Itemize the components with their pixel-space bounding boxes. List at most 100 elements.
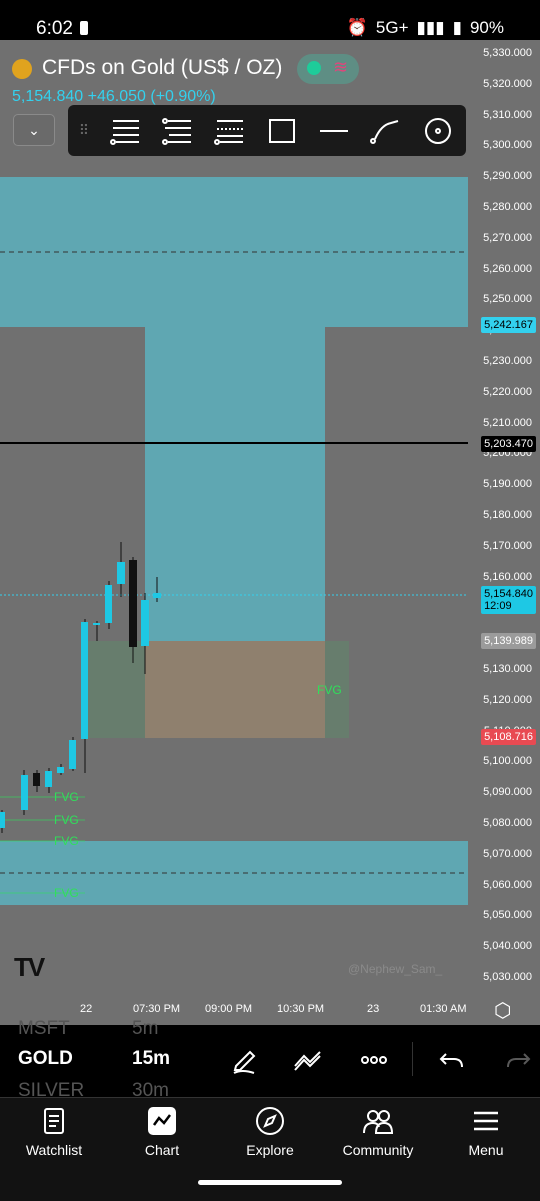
- home-indicator[interactable]: [198, 1180, 342, 1185]
- current-price-label: 5,154.840 12:09: [481, 586, 536, 614]
- signal-icon: ▮▮▮: [416, 18, 445, 37]
- candle: [57, 767, 64, 773]
- trend-based-fib-icon[interactable]: [204, 105, 256, 156]
- price-tick: 5,280.000: [483, 201, 532, 213]
- fvg-label: FVG: [317, 683, 342, 697]
- gold-icon: [12, 59, 32, 79]
- time-label: 10:30 PM: [277, 1003, 325, 1015]
- price-tick: 5,090.000: [483, 786, 532, 799]
- price-tick: 5,120.000: [483, 693, 532, 706]
- redo-icon[interactable]: [500, 1045, 536, 1075]
- price-tick: 5,210.000: [483, 416, 532, 429]
- stop-price-label: 5,108.716: [481, 729, 536, 745]
- circle-icon[interactable]: [412, 105, 464, 156]
- chevron-down-icon: ⌄: [28, 122, 40, 138]
- path-icon[interactable]: [360, 105, 412, 156]
- price-change-pct: (+0.90%): [150, 88, 216, 105]
- price-tick: 5,030.000: [483, 971, 532, 983]
- price-tick: 5,220.000: [483, 385, 532, 398]
- candle: [0, 812, 5, 828]
- prev-interval[interactable]: 5m: [132, 1018, 158, 1040]
- candle: [129, 560, 137, 647]
- community-icon: [363, 1110, 394, 1134]
- nav-label: Explore: [246, 1142, 294, 1158]
- wave-icon: ≋: [333, 57, 349, 77]
- price-tick: 5,190.000: [483, 478, 532, 491]
- price-tick: 5,180.000: [483, 509, 532, 521]
- price-tick: 5,100.000: [483, 755, 532, 768]
- drag-handle-icon[interactable]: ⠿: [68, 122, 100, 139]
- current-interval[interactable]: 15m: [132, 1048, 170, 1070]
- price-tick: 5,250.000: [483, 293, 532, 306]
- nav-label: Menu: [468, 1142, 504, 1158]
- tradingview-logo: TV: [14, 952, 45, 982]
- time-label: 23: [367, 1003, 380, 1015]
- price-axis[interactable]: 5,330.000 5,320.000 5,310.000 5,300.000 5,29…: [468, 40, 540, 1025]
- collapse-button[interactable]: ⌄: [13, 114, 55, 146]
- status-right: ⏰ 5G+ ▮▮▮ ▮ 90%: [347, 18, 504, 38]
- candle: [69, 740, 76, 769]
- fib-extension-icon[interactable]: [152, 105, 204, 156]
- chart-canvas[interactable]: FVG FVG FVG FVG FVG: [0, 40, 540, 1025]
- target-price-label: 5,242.167: [481, 317, 536, 333]
- entry-price-label: 5,139.989: [481, 633, 536, 649]
- price-tick: 5,160.000: [483, 570, 532, 583]
- price-tick: 5,050.000: [483, 909, 532, 922]
- battery-level: 90%: [469, 18, 504, 37]
- settings-hexagon-icon[interactable]: ⬡: [494, 998, 511, 1023]
- nav-explore[interactable]: Explore: [216, 1098, 324, 1201]
- candle: [117, 562, 125, 584]
- watchlist-icon: [44, 1108, 64, 1134]
- current-symbol[interactable]: GOLD: [18, 1048, 73, 1070]
- fvg-label: FVG: [54, 834, 79, 848]
- price-tick: 5,320.000: [483, 77, 532, 90]
- candle: [21, 775, 28, 810]
- time-axis[interactable]: 22 07:30 PM 09:00 PM 10:30 PM 23 01:30 A…: [0, 990, 540, 1025]
- symbol-title[interactable]: CFDs on Gold (US$ / OZ): [42, 56, 282, 80]
- price-tick: 5,310.000: [483, 108, 532, 121]
- nav-label: Chart: [144, 1142, 180, 1158]
- market-open-icon: [307, 61, 321, 75]
- time-label: 07:30 PM: [133, 1003, 181, 1015]
- candle: [33, 773, 40, 786]
- candle: [45, 771, 52, 787]
- countdown-value: 12:09: [484, 600, 512, 612]
- chart-area[interactable]: FVG FVG FVG FVG FVG 5,330.000 5,320.000 5,…: [0, 40, 540, 1025]
- time-label: 22: [80, 1003, 93, 1015]
- price-tick: 5,080.000: [483, 817, 532, 829]
- nav-menu[interactable]: Menu: [432, 1098, 540, 1201]
- horizontal-line-icon[interactable]: [308, 105, 360, 156]
- price-tick: 5,260.000: [483, 262, 532, 275]
- price-tick: 5,130.000: [483, 663, 532, 675]
- network-label: 5G+: [375, 18, 409, 37]
- pencil-icon[interactable]: [226, 1045, 262, 1075]
- price-tick: 5,230.000: [483, 355, 532, 367]
- fib-retracement-icon[interactable]: [100, 105, 152, 156]
- price-tick: 5,060.000: [483, 878, 532, 891]
- price-tick: 5,040.000: [483, 940, 532, 953]
- trendline-icon[interactable]: [290, 1045, 326, 1075]
- time-label: 01:30 AM: [420, 1003, 467, 1015]
- candle: [153, 593, 161, 598]
- position-profit-zone[interactable]: [145, 327, 325, 641]
- watermark: @Nephew_Sam_: [348, 962, 443, 976]
- price-tick: 5,270.000: [483, 231, 532, 244]
- rectangle-icon[interactable]: [256, 105, 308, 156]
- nav-community[interactable]: Community: [324, 1098, 432, 1201]
- current-price-value: 5,154.840: [484, 588, 533, 600]
- nav-watchlist[interactable]: Watchlist: [0, 1098, 108, 1201]
- price-tick: 5,290.000: [483, 170, 532, 183]
- fvg-zone-right: [85, 641, 349, 738]
- nav-label: Watchlist: [25, 1142, 83, 1158]
- price-line: 5,154.840 +46.050 (+0.90%): [12, 88, 216, 106]
- battery-icon: ▮: [452, 18, 462, 37]
- undo-icon[interactable]: [434, 1045, 470, 1075]
- more-icon[interactable]: [356, 1045, 392, 1075]
- candle: [141, 600, 149, 646]
- line-price-label: 5,203.470: [481, 436, 536, 452]
- bottom-nav: Watchlist Chart Explore Community Menu: [0, 1097, 540, 1201]
- nav-chart[interactable]: Chart: [108, 1098, 216, 1201]
- nav-label: Community: [342, 1142, 414, 1158]
- prev-symbol[interactable]: MSFT: [18, 1018, 70, 1040]
- last-price: 5,154.840: [12, 88, 84, 105]
